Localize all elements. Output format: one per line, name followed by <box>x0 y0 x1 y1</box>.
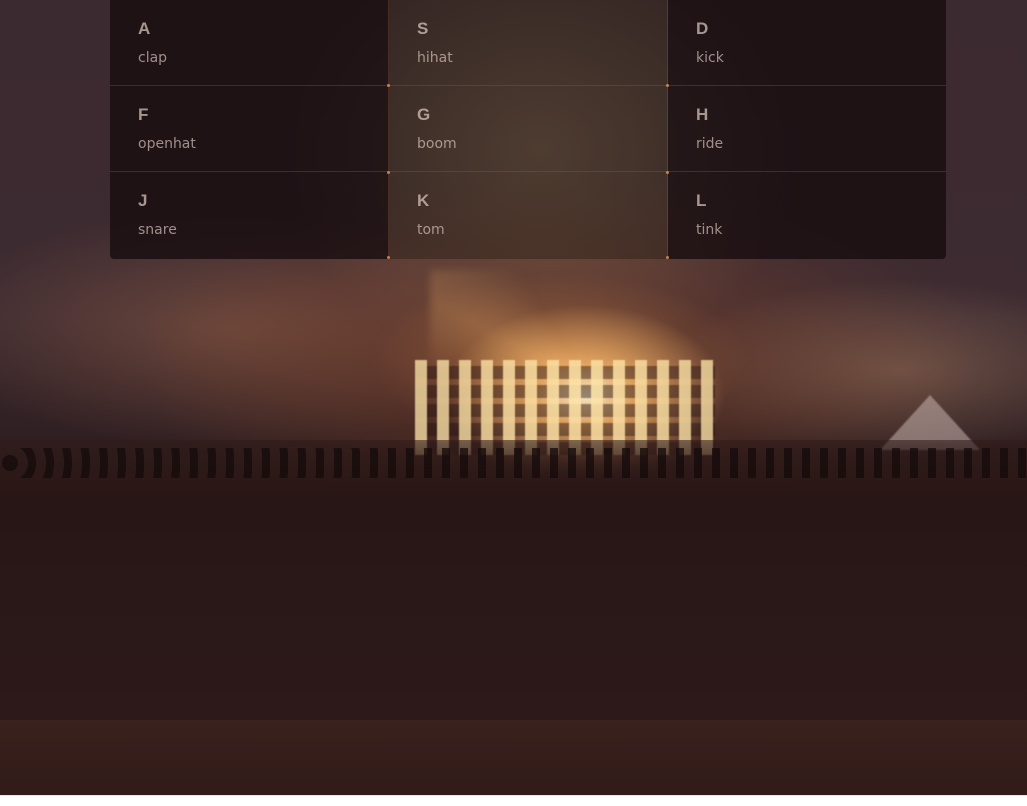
sound-label: clap <box>138 50 168 66</box>
sound-label: kick <box>696 50 724 66</box>
drum-key-a[interactable]: A clap <box>110 0 389 86</box>
sound-label: tink <box>696 222 723 238</box>
drum-key-g[interactable]: G boom <box>389 86 668 172</box>
key-letter: J <box>138 191 148 210</box>
key-letter: F <box>138 105 149 124</box>
sound-label: boom <box>417 136 457 152</box>
key-letter: A <box>138 19 151 38</box>
grid-junction-dot <box>387 171 390 174</box>
drum-key-j[interactable]: J snare <box>110 172 389 259</box>
key-letter: D <box>696 19 709 38</box>
grid-junction-dot <box>387 84 390 87</box>
key-letter: S <box>417 19 429 38</box>
crowd-silhouette <box>0 440 1027 795</box>
key-letter: H <box>696 105 709 124</box>
grid-junction-dot <box>666 256 669 259</box>
drum-key-f[interactable]: F openhat <box>110 86 389 172</box>
key-letter: K <box>417 191 430 210</box>
sound-label: tom <box>417 222 445 238</box>
drum-key-k[interactable]: K tom <box>389 172 668 259</box>
grid-junction-dot <box>666 171 669 174</box>
drum-key-h[interactable]: H ride <box>668 86 946 172</box>
sound-label: ride <box>696 136 724 152</box>
grid-junction-dot <box>666 84 669 87</box>
crowd-heads <box>0 448 1027 478</box>
key-letter: L <box>696 191 707 210</box>
drum-key-grid: A clap S hihat D kick F openhat G boom H… <box>110 0 946 259</box>
drum-key-d[interactable]: D kick <box>668 0 946 86</box>
key-letter: G <box>417 105 431 124</box>
sound-label: snare <box>138 222 177 238</box>
drum-key-l[interactable]: L tink <box>668 172 946 259</box>
sound-label: hihat <box>417 50 453 66</box>
grid-junction-dot <box>387 256 390 259</box>
page-bottom-edge <box>0 795 1027 806</box>
drum-key-s[interactable]: S hihat <box>389 0 668 86</box>
sound-label: openhat <box>138 136 196 152</box>
